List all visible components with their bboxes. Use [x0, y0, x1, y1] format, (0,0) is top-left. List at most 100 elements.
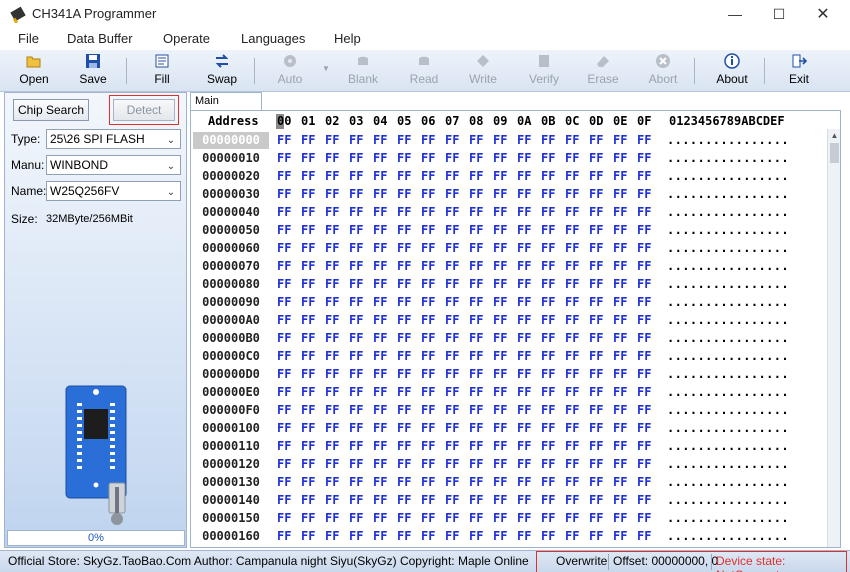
hex-byte[interactable]: FF: [349, 240, 363, 257]
hex-byte[interactable]: FF: [397, 150, 411, 167]
hex-byte[interactable]: FF: [277, 366, 291, 383]
hex-byte[interactable]: FF: [469, 330, 483, 347]
hex-byte[interactable]: FF: [493, 240, 507, 257]
hex-byte[interactable]: FF: [373, 348, 387, 365]
hex-byte[interactable]: FF: [277, 258, 291, 275]
hex-byte[interactable]: FF: [469, 204, 483, 221]
ascii-text[interactable]: ................: [667, 492, 789, 509]
hex-byte[interactable]: FF: [565, 510, 579, 527]
hex-byte[interactable]: FF: [517, 222, 531, 239]
hex-byte[interactable]: FF: [445, 420, 459, 437]
hex-byte[interactable]: FF: [301, 276, 315, 293]
hex-byte[interactable]: FF: [589, 222, 603, 239]
hex-byte[interactable]: FF: [589, 240, 603, 257]
hex-byte[interactable]: FF: [421, 348, 435, 365]
hex-byte[interactable]: FF: [613, 510, 627, 527]
hex-byte[interactable]: FF: [493, 384, 507, 401]
hex-byte[interactable]: FF: [493, 528, 507, 545]
hex-byte[interactable]: FF: [301, 132, 315, 149]
ascii-text[interactable]: ................: [667, 312, 789, 329]
hex-byte[interactable]: FF: [445, 348, 459, 365]
hex-byte[interactable]: FF: [637, 222, 651, 239]
ascii-text[interactable]: ................: [667, 384, 789, 401]
hex-byte[interactable]: FF: [493, 150, 507, 167]
hex-byte[interactable]: FF: [589, 276, 603, 293]
hex-byte[interactable]: FF: [613, 402, 627, 419]
hex-byte[interactable]: FF: [421, 492, 435, 509]
hex-byte[interactable]: FF: [349, 474, 363, 491]
hex-byte[interactable]: FF: [445, 294, 459, 311]
hex-byte[interactable]: FF: [325, 384, 339, 401]
hex-byte[interactable]: FF: [397, 456, 411, 473]
hex-byte[interactable]: FF: [445, 402, 459, 419]
hex-byte[interactable]: FF: [493, 348, 507, 365]
ascii-text[interactable]: ................: [667, 186, 789, 203]
hex-byte[interactable]: FF: [589, 438, 603, 455]
hex-byte[interactable]: FF: [325, 474, 339, 491]
hex-byte[interactable]: FF: [349, 348, 363, 365]
tab-main-memory[interactable]: Main Memory: [190, 92, 262, 123]
hex-byte[interactable]: FF: [637, 240, 651, 257]
ascii-text[interactable]: ................: [667, 132, 789, 149]
hex-byte[interactable]: FF: [301, 402, 315, 419]
hex-byte[interactable]: FF: [589, 420, 603, 437]
hex-byte[interactable]: FF: [397, 510, 411, 527]
hex-byte[interactable]: FF: [541, 348, 555, 365]
hex-byte[interactable]: FF: [493, 492, 507, 509]
hex-byte[interactable]: FF: [493, 330, 507, 347]
hex-byte[interactable]: FF: [373, 528, 387, 545]
hex-byte[interactable]: FF: [325, 150, 339, 167]
close-button[interactable]: ✕: [800, 0, 846, 28]
hex-byte[interactable]: FF: [589, 204, 603, 221]
ascii-text[interactable]: ................: [667, 204, 789, 221]
hex-byte[interactable]: FF: [565, 456, 579, 473]
hex-byte[interactable]: FF: [445, 492, 459, 509]
hex-byte[interactable]: FF: [637, 330, 651, 347]
hex-byte[interactable]: FF: [373, 222, 387, 239]
hex-byte[interactable]: FF: [493, 402, 507, 419]
hex-byte[interactable]: FF: [301, 510, 315, 527]
hex-byte[interactable]: FF: [517, 474, 531, 491]
hex-byte[interactable]: FF: [325, 132, 339, 149]
hex-byte[interactable]: FF: [445, 528, 459, 545]
hex-byte[interactable]: FF: [637, 186, 651, 203]
hex-byte[interactable]: FF: [637, 366, 651, 383]
hex-byte[interactable]: FF: [349, 222, 363, 239]
hex-byte[interactable]: FF: [493, 222, 507, 239]
menu-operate[interactable]: Operate: [163, 31, 210, 46]
hex-byte[interactable]: FF: [613, 258, 627, 275]
hex-byte[interactable]: FF: [589, 132, 603, 149]
hex-byte[interactable]: FF: [469, 456, 483, 473]
hex-byte[interactable]: FF: [613, 420, 627, 437]
hex-byte[interactable]: FF: [565, 348, 579, 365]
hex-byte[interactable]: FF: [349, 150, 363, 167]
hex-byte[interactable]: FF: [349, 204, 363, 221]
hex-byte[interactable]: FF: [277, 150, 291, 167]
hex-byte[interactable]: FF: [373, 438, 387, 455]
hex-byte[interactable]: FF: [517, 366, 531, 383]
hex-byte[interactable]: FF: [301, 474, 315, 491]
hex-byte[interactable]: FF: [589, 168, 603, 185]
hex-byte[interactable]: FF: [373, 312, 387, 329]
hex-byte[interactable]: FF: [541, 474, 555, 491]
hex-byte[interactable]: FF: [517, 132, 531, 149]
hex-byte[interactable]: FF: [613, 312, 627, 329]
hex-byte[interactable]: FF: [565, 222, 579, 239]
auto-dropdown-icon[interactable]: ▼: [322, 64, 330, 73]
hex-byte[interactable]: FF: [565, 240, 579, 257]
hex-byte[interactable]: FF: [349, 258, 363, 275]
hex-byte[interactable]: FF: [637, 204, 651, 221]
fill-button[interactable]: Fill: [135, 50, 189, 92]
hex-byte[interactable]: FF: [541, 222, 555, 239]
hex-byte[interactable]: FF: [421, 240, 435, 257]
hex-byte[interactable]: FF: [445, 312, 459, 329]
scroll-up-icon[interactable]: ▲: [828, 129, 840, 142]
hex-byte[interactable]: FF: [517, 330, 531, 347]
hex-byte[interactable]: FF: [397, 294, 411, 311]
hex-byte[interactable]: FF: [517, 186, 531, 203]
hex-byte[interactable]: FF: [421, 258, 435, 275]
hex-byte[interactable]: FF: [517, 258, 531, 275]
hex-byte[interactable]: FF: [565, 420, 579, 437]
hex-byte[interactable]: FF: [373, 366, 387, 383]
hex-byte[interactable]: FF: [421, 168, 435, 185]
